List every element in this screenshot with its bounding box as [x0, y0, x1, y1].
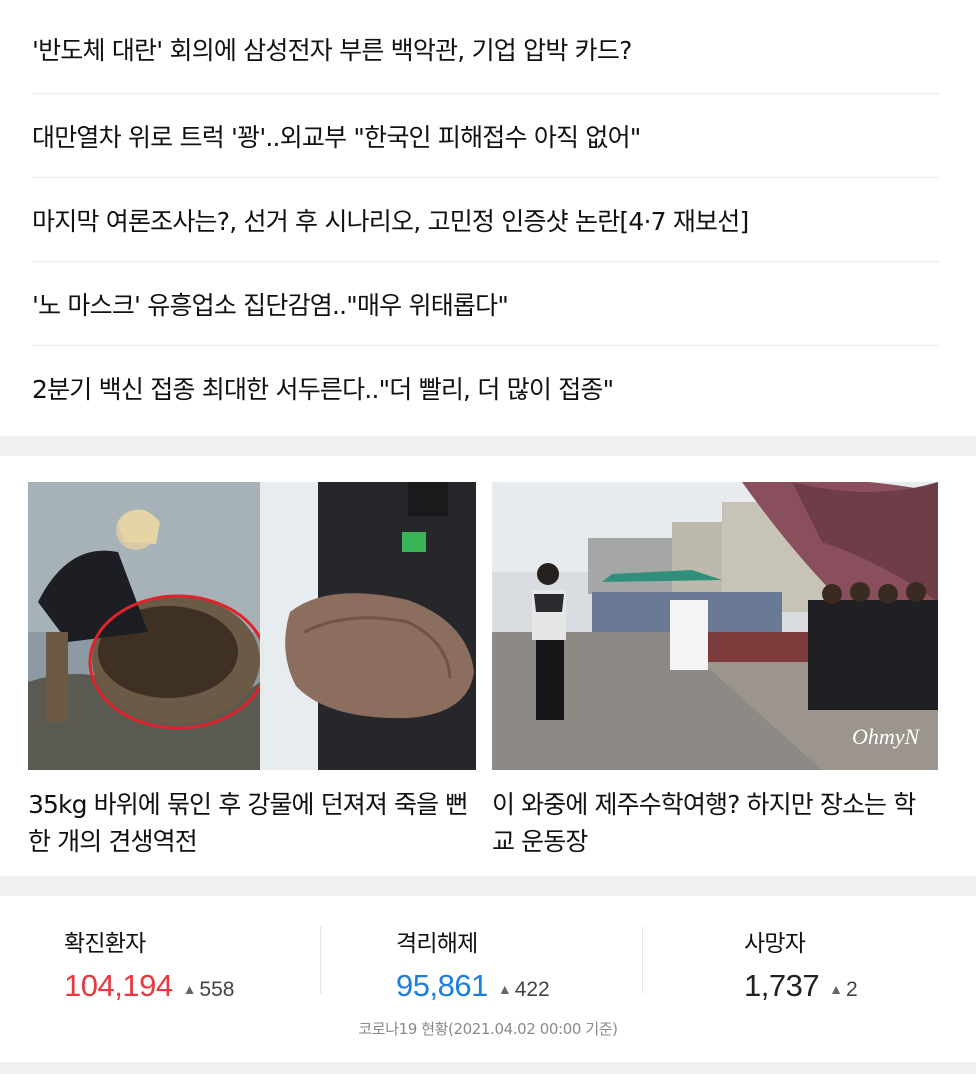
headline-list: '반도체 대란' 회의에 삼성전자 부른 백악관, 기업 압박 카드? 대만열차…	[0, 0, 976, 430]
confirmed-cases-delta: ▲ 558	[183, 978, 235, 1002]
stat-divider	[320, 926, 321, 994]
covid-status-footnote: 코로나19 현황(2021.04.02 00:00 기준)	[358, 1020, 618, 1038]
released-cases-delta: ▲ 422	[498, 978, 550, 1002]
photo-news-section: 35kg 바위에 묶인 후 강물에 던져져 죽을 뻔한 개의 견생역전 Ohmy…	[0, 456, 976, 876]
released-cases-row: 95,861 ▲ 422	[396, 968, 654, 1004]
school-field-photo: OhmyN	[492, 482, 938, 770]
deaths-stat: 사망자 1,737 ▲ 2	[744, 924, 976, 1004]
released-delta-value: 422	[514, 978, 550, 1001]
deaths-delta-value: 2	[845, 978, 858, 1001]
deaths-label: 사망자	[744, 931, 806, 957]
released-cases-stat: 격리해제 95,861 ▲ 422	[396, 924, 654, 1004]
deaths-delta: ▲ 2	[829, 978, 858, 1002]
confirmed-cases-label: 확진환자	[64, 931, 146, 957]
deaths-value: 1,737	[744, 968, 820, 1003]
photo-news-item-dog[interactable]: 35kg 바위에 묶인 후 강물에 던져져 죽을 뻔한 개의 견생역전	[28, 482, 476, 860]
up-triangle-icon: ▲	[829, 981, 843, 997]
photo-news-caption: 35kg 바위에 묶인 후 강물에 던져져 죽을 뻔한 개의 견생역전	[28, 790, 468, 856]
headline-item[interactable]: '노 마스크' 유흥업소 집단감염.."매우 위태롭다"	[32, 262, 940, 346]
photo-news-caption: 이 와중에 제주수학여행? 하지만 장소는 학교 운동장	[492, 790, 916, 856]
stat-divider	[642, 926, 643, 994]
headline-item[interactable]: 마지막 여론조사는?, 선거 후 시나리오, 고민정 인증샷 논란[4·7 재보…	[32, 178, 940, 262]
dog-rescue-photo	[28, 482, 476, 770]
up-triangle-icon: ▲	[182, 981, 197, 997]
deaths-row: 1,737 ▲ 2	[744, 968, 976, 1004]
headline-item[interactable]: '반도체 대란' 회의에 삼성전자 부른 백악관, 기업 압박 카드?	[32, 0, 940, 94]
headline-item[interactable]: 대만열차 위로 트럭 '꽝'..외교부 "한국인 피해접수 아직 없어"	[32, 94, 940, 178]
confirmed-delta-value: 558	[199, 978, 235, 1001]
photo-news-item-school[interactable]: OhmyN 이 와중에 제주수학여행? 하지만 장소는 학교 운동장	[492, 482, 938, 860]
released-cases-value: 95,861	[396, 968, 488, 1003]
confirmed-cases-value: 104,194	[64, 968, 173, 1003]
covid-status-section[interactable]: 확진환자 104,194 ▲ 558 격리해제 95,861 ▲ 422 사망자 1…	[0, 896, 976, 1062]
photo-watermark: OhmyN	[852, 724, 921, 749]
confirmed-cases-row: 104,194 ▲ 558	[64, 968, 322, 1004]
headline-item[interactable]: 2분기 백신 접종 최대한 서두른다.."더 빨리, 더 많이 접종"	[32, 346, 940, 430]
confirmed-cases-stat: 확진환자 104,194 ▲ 558	[64, 924, 322, 1004]
released-cases-label: 격리해제	[396, 931, 478, 957]
up-triangle-icon: ▲	[497, 981, 512, 997]
headline-news-section: '반도체 대란' 회의에 삼성전자 부른 백악관, 기업 압박 카드? 대만열차…	[0, 0, 976, 436]
